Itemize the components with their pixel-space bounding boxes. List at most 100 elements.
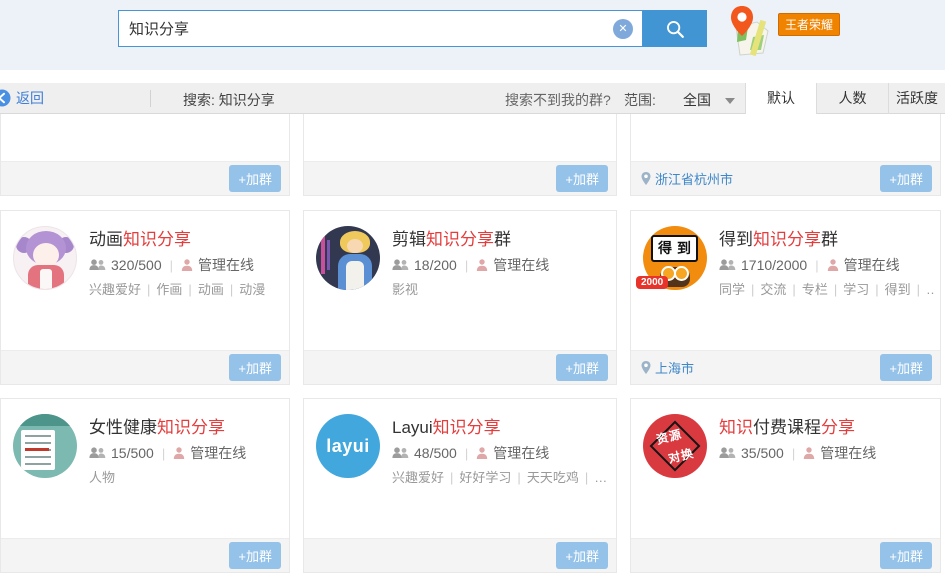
location-pin-icon <box>641 361 651 375</box>
avatar-shape <box>33 243 59 267</box>
card-footer: +加群 <box>631 538 940 572</box>
members-icon <box>89 259 106 271</box>
join-group-button[interactable]: +加群 <box>556 542 608 569</box>
avatar-shape <box>346 261 364 290</box>
card-footer: 浙江省杭州市 +加群 <box>631 161 940 195</box>
group-card[interactable]: 剪辑知识分享群 18/200 | 管理在线 影视 +加群 <box>303 210 617 385</box>
member-count: 18/200 <box>414 257 457 273</box>
tab-activity[interactable]: 活跃度 <box>888 83 945 114</box>
group-card-partial[interactable]: +加群 <box>0 114 290 196</box>
join-group-button[interactable]: +加群 <box>229 354 281 381</box>
avatar-shape <box>25 448 49 451</box>
group-name: 动画知识分享 <box>89 225 191 250</box>
tab-default[interactable]: 默认 <box>745 83 816 114</box>
group-card[interactable]: layui Layui知识分享 48/500 | 管理在线 兴趣爱好|好好学习|… <box>303 398 617 573</box>
scope-label: 范围: <box>624 90 656 110</box>
stat-separator: | <box>162 446 165 461</box>
stat-separator: | <box>170 258 173 273</box>
group-card[interactable]: 得到 2000 得到知识分享群 1710/2000 | 管理在线 同学|交流|专… <box>630 210 941 385</box>
group-tags: 影视 <box>392 279 418 298</box>
group-name: 女性健康知识分享 <box>89 413 225 438</box>
group-stats: 18/200 | 管理在线 <box>392 255 549 275</box>
search-button[interactable] <box>643 10 707 47</box>
stat-separator: | <box>815 258 818 273</box>
group-card[interactable]: 女性健康知识分享 15/500 | 管理在线 人物 +加群 <box>0 398 290 573</box>
stat-separator: | <box>465 258 468 273</box>
admin-icon <box>803 447 815 459</box>
group-card-partial[interactable]: +加群 <box>303 114 617 196</box>
group-name: 得到知识分享群 <box>719 225 838 250</box>
avatar-shape <box>327 240 330 270</box>
avatar-badge: 2000 <box>636 276 668 289</box>
join-group-button[interactable]: +加群 <box>880 165 932 192</box>
cant-find-group-link[interactable]: 搜索不到我的群? <box>505 90 611 110</box>
results-toolbar: 返回 搜索: 知识分享 搜索不到我的群? 范围: 全国 默认 人数 活跃度 <box>0 83 945 114</box>
avatar-shape <box>347 239 363 253</box>
group-avatar <box>316 226 380 290</box>
group-location: 上海市 <box>641 358 694 377</box>
members-icon <box>89 447 106 459</box>
scope-dropdown[interactable]: 全国 <box>683 90 735 110</box>
sort-tabs: 默认 人数 活跃度 <box>745 83 945 114</box>
avatar-shape <box>321 234 325 274</box>
toolbar-divider <box>150 90 151 107</box>
member-count: 48/500 <box>414 445 457 461</box>
join-group-button[interactable]: +加群 <box>880 542 932 569</box>
admin-icon <box>476 259 488 271</box>
join-group-button[interactable]: +加群 <box>556 354 608 381</box>
location-pin-icon <box>641 172 651 186</box>
members-icon <box>392 447 409 459</box>
card-footer: +加群 <box>1 538 289 572</box>
admin-status: 管理在线 <box>820 443 876 463</box>
admin-status: 管理在线 <box>844 255 900 275</box>
group-name: 知识付费课程分享 <box>719 413 855 438</box>
back-button[interactable]: 返回 <box>0 83 44 113</box>
group-stats: 1710/2000 | 管理在线 <box>719 255 900 275</box>
result-row: 动画知识分享 320/500 | 管理在线 兴趣爱好|作画|动画|动漫 +加群 <box>0 210 945 385</box>
tab-member-count[interactable]: 人数 <box>816 83 888 114</box>
card-footer: +加群 <box>1 350 289 384</box>
group-card-partial[interactable]: 浙江省杭州市 +加群 <box>630 114 941 196</box>
group-avatar: layui <box>316 414 380 478</box>
back-icon <box>0 89 11 107</box>
group-card[interactable]: 资源 对换 知识付费课程分享 35/500 | 管理在线 +加群 <box>630 398 941 573</box>
group-stats: 15/500 | 管理在线 <box>89 443 246 463</box>
map-search-button[interactable] <box>727 5 773 57</box>
result-row: +加群 +加群 浙江省杭州市 +加群 <box>0 114 945 196</box>
search-bar: ✕ <box>118 10 707 47</box>
group-location: 浙江省杭州市 <box>641 169 733 188</box>
result-row: 女性健康知识分享 15/500 | 管理在线 人物 +加群 <box>0 398 945 573</box>
group-avatar: 得到 2000 <box>643 226 707 290</box>
search-results-grid: +加群 +加群 浙江省杭州市 +加群 <box>0 114 945 573</box>
members-icon <box>719 259 736 271</box>
admin-icon <box>181 259 193 271</box>
group-name: 剪辑知识分享群 <box>392 225 511 250</box>
stat-separator: | <box>465 446 468 461</box>
clear-search-icon[interactable]: ✕ <box>613 19 633 39</box>
card-footer: +加群 <box>1 161 289 195</box>
admin-status: 管理在线 <box>198 255 254 275</box>
card-footer: +加群 <box>304 538 616 572</box>
game-badge[interactable]: 王者荣耀 <box>778 13 840 36</box>
join-group-button[interactable]: +加群 <box>229 542 281 569</box>
join-group-button[interactable]: +加群 <box>229 165 281 192</box>
group-stats: 320/500 | 管理在线 <box>89 255 254 275</box>
join-group-button[interactable]: +加群 <box>556 165 608 192</box>
group-avatar: 资源 对换 <box>643 414 707 478</box>
scope-value: 全国 <box>683 90 711 110</box>
avatar-art <box>13 226 77 290</box>
search-input[interactable] <box>119 11 613 46</box>
admin-status: 管理在线 <box>493 255 549 275</box>
avatar-text: 得到 <box>651 235 698 262</box>
admin-icon <box>827 259 839 271</box>
group-stats: 35/500 | 管理在线 <box>719 443 876 463</box>
admin-icon <box>173 447 185 459</box>
join-group-button[interactable]: +加群 <box>880 354 932 381</box>
location-text: 浙江省杭州市 <box>655 169 733 188</box>
group-tags: 兴趣爱好|好好学习|天天吃鸡|… <box>392 467 607 486</box>
search-summary: 搜索: 知识分享 <box>183 90 275 110</box>
stat-separator: | <box>792 446 795 461</box>
member-count: 15/500 <box>111 445 154 461</box>
group-card[interactable]: 动画知识分享 320/500 | 管理在线 兴趣爱好|作画|动画|动漫 +加群 <box>0 210 290 385</box>
admin-status: 管理在线 <box>493 443 549 463</box>
